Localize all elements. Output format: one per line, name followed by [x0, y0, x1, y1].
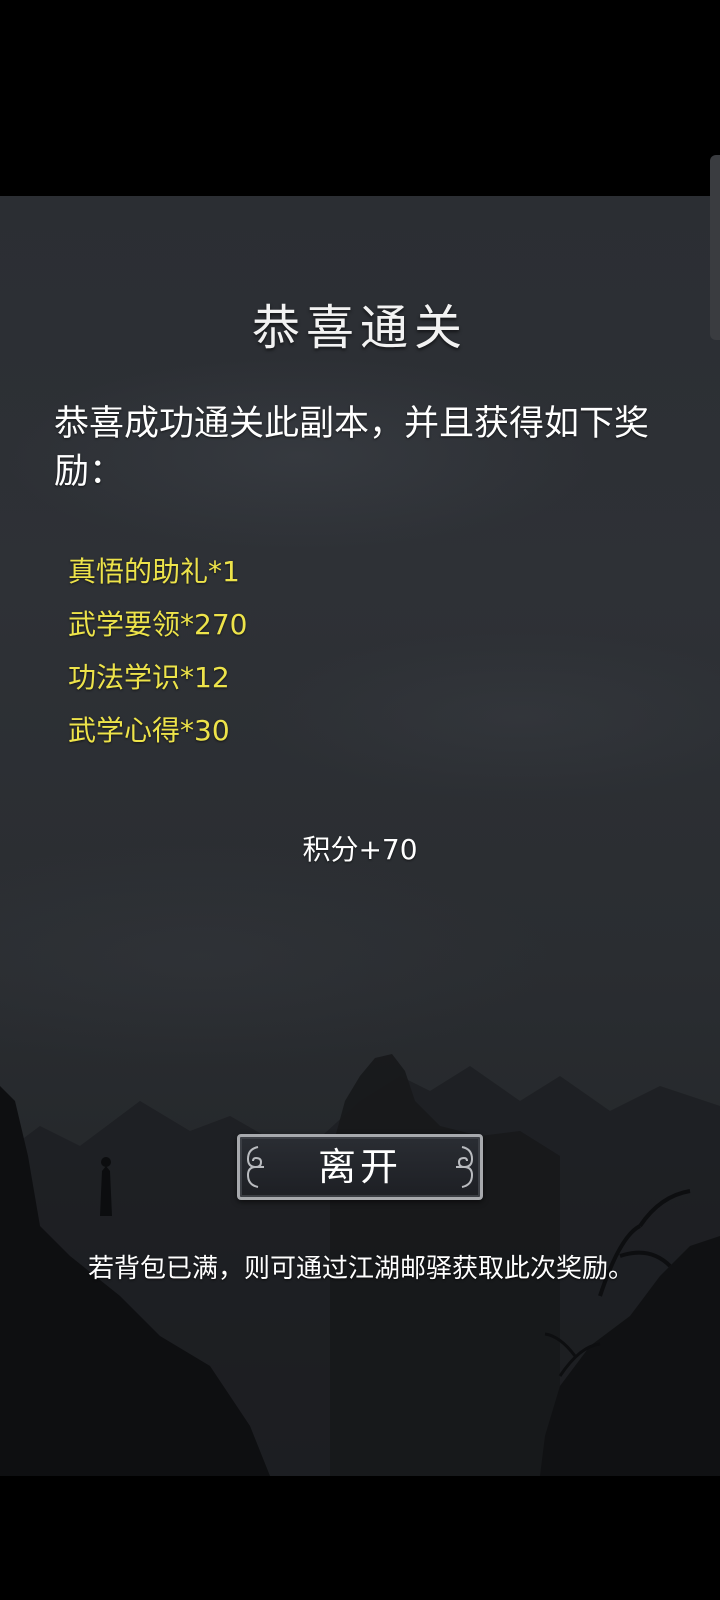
game-screen: 恭喜通关 恭喜成功通关此副本，并且获得如下奖励： 真悟的助礼*1 武学要领*27… — [0, 0, 720, 1600]
dialog-title: 恭喜通关 — [251, 300, 468, 356]
points-earned: 积分+70 — [302, 833, 418, 866]
scroll-curl-icon — [456, 1146, 474, 1188]
reward-item: 真悟的助礼*1 — [68, 555, 240, 588]
reward-item: 功法学识*12 — [68, 661, 230, 694]
leave-button[interactable]: 离开 — [237, 1134, 483, 1200]
completion-message: 恭喜成功通关此副本，并且获得如下奖励： — [54, 404, 650, 492]
reward-item: 武学心得*30 — [68, 714, 230, 747]
reward-item: 武学要领*270 — [68, 608, 248, 641]
reward-list: 真悟的助礼*1 武学要领*270 功法学识*12 武学心得*30 — [68, 555, 247, 767]
inventory-full-note: 若背包已满，则可通过江湖邮驿获取此次奖励。 — [88, 1254, 635, 1284]
leave-button-label: 离开 — [317, 1145, 402, 1189]
